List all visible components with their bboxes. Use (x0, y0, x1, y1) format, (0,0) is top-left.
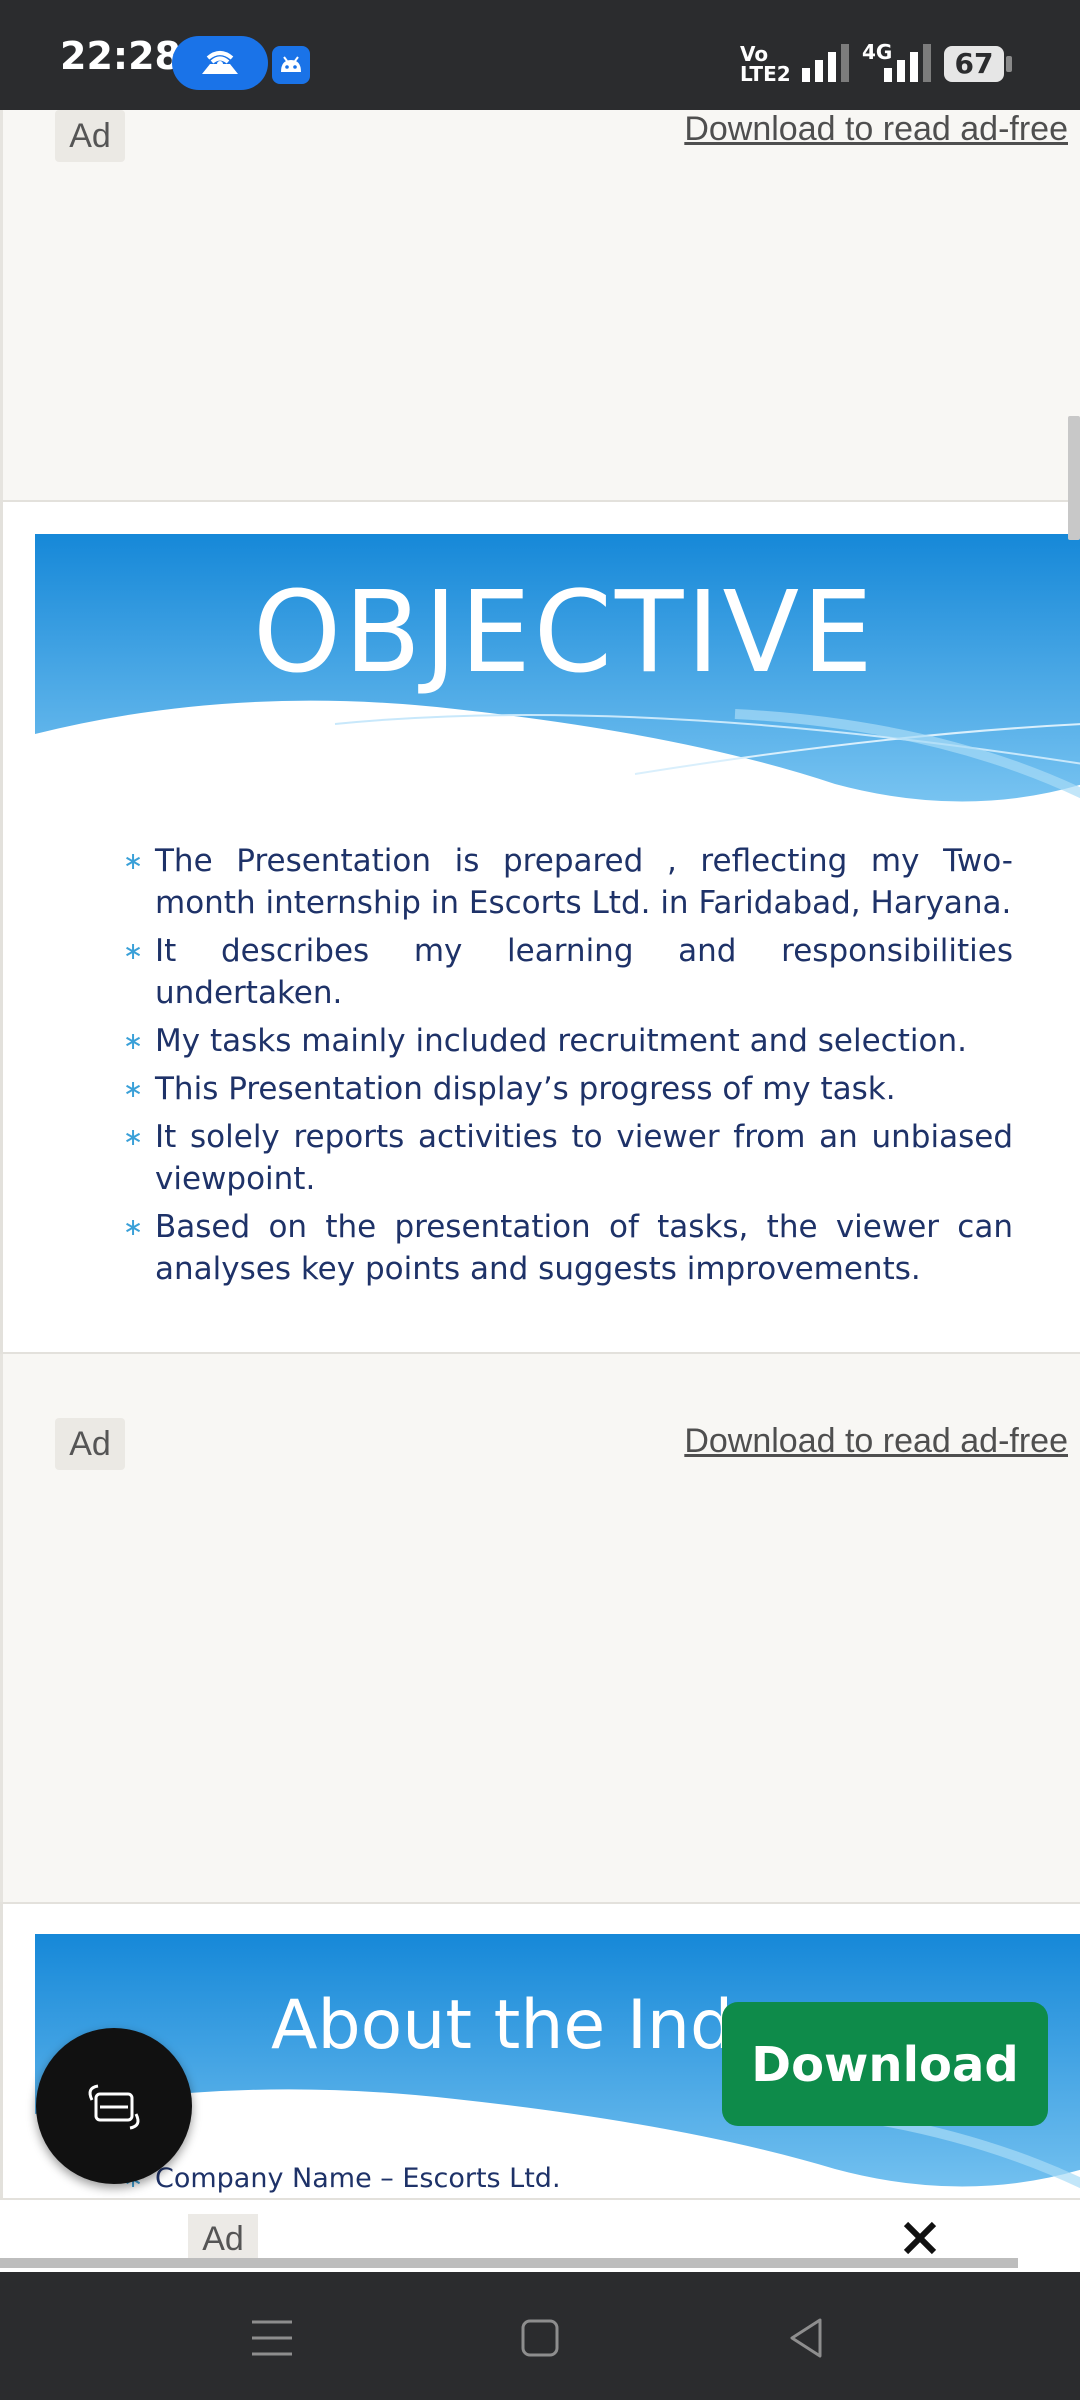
android-icon (272, 46, 310, 84)
list-item: ∗ It solely reports activities to viewer … (123, 1116, 1013, 1200)
bullet-star-icon: ∗ (123, 847, 144, 875)
download-button[interactable]: Download (722, 2002, 1048, 2126)
reader-mode-icon (88, 2084, 140, 2130)
slide-objective: OBJECTIVE ∗ The Presentation is prepared … (0, 500, 1080, 1354)
reader-mode-fab[interactable] (36, 2028, 192, 2184)
list-item: ∗ My tasks mainly included recruitment an… (123, 1020, 1013, 1062)
download-ad-free-link[interactable]: Download to read ad-free (684, 1422, 1068, 1461)
home-icon[interactable] (520, 2318, 560, 2358)
ad-label: Ad (55, 110, 125, 162)
industry-bullet-list: ∗Company Name – Escorts Ltd. (123, 2158, 1013, 2198)
list-item: ∗ This Presentation display’s progress of… (123, 1068, 1013, 1110)
bullet-star-icon: ∗ (123, 1027, 144, 1055)
clock-time: 22:28 (60, 34, 181, 78)
back-icon[interactable] (786, 2316, 826, 2360)
scrollbar-thumb[interactable] (1068, 416, 1080, 540)
bullet-star-icon: ∗ (123, 1075, 144, 1103)
hotspot-icon (172, 36, 268, 90)
list-item: ∗ It describes my learning and responsibi… (123, 930, 1013, 1014)
system-nav-bar (0, 2272, 1080, 2400)
download-ad-free-link[interactable]: Download to read ad-free (684, 110, 1068, 149)
slide-objective-content: OBJECTIVE ∗ The Presentation is prepared … (35, 534, 1080, 1352)
signal-icon (802, 44, 849, 82)
list-item: ∗Company Name – Escorts Ltd. (123, 2158, 1013, 2198)
ad-container-top: Ad Download to read ad-free (0, 110, 1080, 500)
ad-container-middle: Ad Download to read ad-free (0, 1354, 1080, 1902)
list-item: ∗ Based on the presentation of tasks, the… (123, 1206, 1013, 1290)
volte-indicator: Vo LTE2 (740, 42, 791, 86)
list-item: ∗ The Presentation is prepared , reflecti… (123, 840, 1013, 924)
signal-icon-2 (884, 44, 931, 82)
objective-bullet-list: ∗ The Presentation is prepared , reflecti… (123, 840, 1013, 1296)
status-bar: 22:28 Vo LTE2 4G 67 (0, 0, 1080, 110)
bullet-star-icon: ∗ (123, 1123, 144, 1151)
bullet-star-icon: ∗ (123, 937, 144, 965)
ad-progress-bar (0, 2258, 1018, 2268)
ad-label: Ad (55, 1418, 125, 1470)
ad-label: Ad (188, 2214, 258, 2264)
bullet-star-icon: ∗ (123, 1213, 144, 1241)
battery-icon: 67 (944, 46, 1004, 82)
slide-title: OBJECTIVE (253, 568, 876, 698)
battery-tip (1006, 56, 1012, 72)
menu-icon[interactable] (250, 2318, 294, 2358)
